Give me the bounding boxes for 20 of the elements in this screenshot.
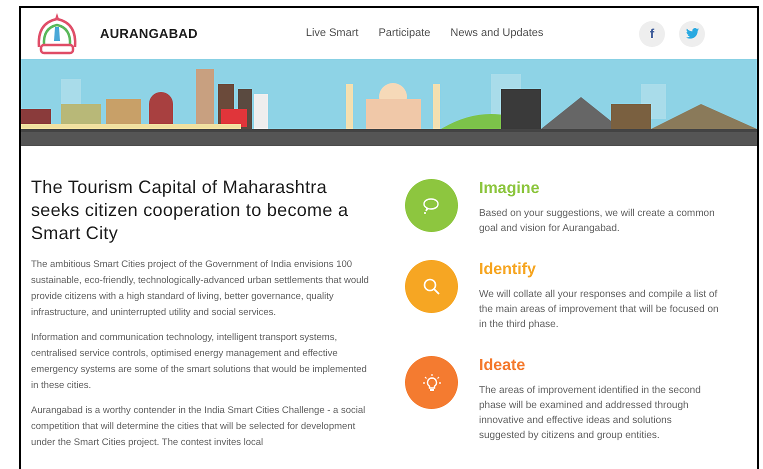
body-paragraph: Aurangabad is a worthy contender in the India Smart Cities Challenge - a social competition that will determine the cities that will be selected for development under the Smart Cities project. The contest invites local	[31, 404, 366, 450]
step-title: Ideate	[479, 356, 526, 376]
body-paragraph: Information and communication technology, intelligent transport systems, centralised service controls, optimised energy management and effective emergency systems are some of the smart solutions that would be implemented in these cities.	[31, 331, 368, 393]
bird-icon	[686, 28, 698, 39]
step-description: We will collate all your responses and compile a list of the main areas of improvement that will be focused on in the third phase.	[479, 288, 719, 332]
light-bulb-icon	[422, 372, 442, 392]
page-heading: The Tourism Capital of Maharashtra seeks citizen cooperation to become a Smart City	[31, 176, 350, 245]
facebook-button[interactable]: f	[639, 20, 665, 46]
nav-link[interactable]: News and Updates	[450, 25, 544, 42]
step-description: Based on your suggestions, we will create a common goal and vision for Aurangabad.	[479, 207, 716, 236]
step-title: Identify	[479, 260, 537, 280]
site-name[interactable]: AURANGABAD	[100, 24, 198, 44]
step-title: Imagine	[479, 179, 540, 199]
step-description: The areas of improvement identified in the second phase will be examined and addressed through innovative and effective ideas and solutions suggested by citizens and group entities.	[479, 384, 702, 443]
body-paragraph: The ambitious Smart Cities project of the Government of India envisions 100 sustainable, eco-friendly, technologically-advanced urban settlements that would provide citizens with a high standard of living, better governance, quality infrastructure, and uninterrupted utility and social services.	[31, 258, 370, 320]
search-icon	[422, 276, 442, 296]
nav-link[interactable]: Live Smart	[306, 25, 358, 42]
speech-bubble-icon	[422, 196, 442, 216]
twitter-button[interactable]	[679, 20, 705, 46]
nav-link[interactable]: Participate	[378, 25, 430, 42]
